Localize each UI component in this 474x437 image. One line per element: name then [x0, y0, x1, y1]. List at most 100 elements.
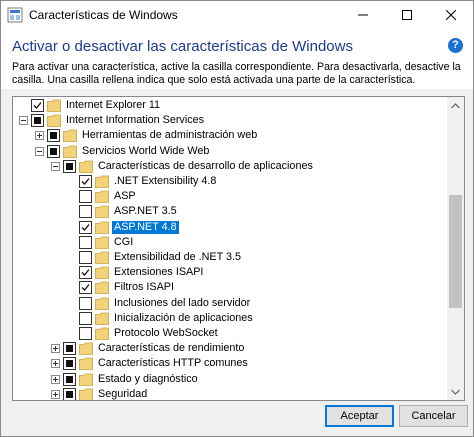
tree-item-label[interactable]: Estado y diagnóstico: [96, 373, 200, 386]
tree-rows: Internet Explorer 11 Internet Information…: [13, 97, 447, 400]
accept-button[interactable]: Aceptar: [325, 405, 394, 427]
folder-icon: [95, 327, 109, 340]
tree-item[interactable]: CGI: [13, 235, 447, 250]
tree-item[interactable]: Internet Information Services: [13, 113, 447, 128]
tree-item[interactable]: Características de desarrollo de aplicac…: [13, 159, 447, 174]
expand-icon[interactable]: [51, 374, 60, 384]
folder-icon: [63, 129, 77, 143]
checkmark-icon: [33, 102, 42, 109]
features-dialog: Características de Windows Activar o des…: [0, 0, 474, 437]
tree-item-label[interactable]: Protocolo WebSocket: [112, 327, 220, 340]
chevron-down-icon: [451, 389, 460, 395]
feature-checkbox[interactable]: [79, 266, 92, 280]
folder-icon: [95, 236, 109, 249]
cancel-button[interactable]: Cancelar: [399, 405, 468, 427]
tree-item-label[interactable]: Características de rendimiento: [96, 342, 246, 355]
tree-item-label[interactable]: ASP.NET 4.8: [111, 219, 180, 235]
collapse-icon[interactable]: [19, 116, 28, 126]
tree-item[interactable]: Características de rendimiento: [13, 341, 447, 356]
feature-checkbox[interactable]: [79, 235, 92, 249]
tree-item[interactable]: Estado y diagnóstico: [13, 372, 447, 387]
feature-checkbox[interactable]: [31, 114, 44, 128]
expand-icon[interactable]: [51, 389, 60, 399]
folder-icon: [79, 160, 93, 173]
tree-item-label[interactable]: Extensiones ISAPI: [112, 266, 205, 279]
tree-item-label[interactable]: Inicialización de aplicaciones: [112, 312, 255, 325]
feature-checkbox[interactable]: [47, 129, 60, 143]
feature-checkbox[interactable]: [47, 144, 60, 158]
tree-item-label[interactable]: ASP: [112, 190, 138, 203]
dialog-description: Para activar una característica, active …: [12, 61, 461, 86]
tree-item-label[interactable]: Seguridad: [96, 388, 149, 400]
folder-icon: [47, 114, 61, 128]
feature-checkbox[interactable]: [79, 205, 92, 219]
tree-item[interactable]: Extensibilidad de .NET 3.5: [13, 250, 447, 265]
expand-icon[interactable]: [51, 359, 60, 369]
tree-item[interactable]: Inicialización de aplicaciones: [13, 311, 447, 326]
feature-checkbox[interactable]: [63, 159, 76, 173]
scrollbar-thumb[interactable]: [449, 195, 462, 308]
feature-checkbox[interactable]: [63, 372, 76, 386]
folder-icon: [79, 388, 93, 400]
tree-item[interactable]: ASP.NET 4.8: [13, 219, 447, 235]
tree-item[interactable]: Características HTTP comunes: [13, 356, 447, 371]
tree-item[interactable]: Filtros ISAPI: [13, 280, 447, 295]
tree-item-label[interactable]: Características HTTP comunes: [96, 357, 250, 370]
minimize-button[interactable]: [341, 1, 385, 29]
tree-item-label[interactable]: Características de desarrollo de aplicac…: [96, 160, 315, 173]
feature-checkbox[interactable]: [79, 281, 92, 295]
tree-item[interactable]: Herramientas de administración web: [13, 128, 447, 143]
dialog-header: Activar o desactivar las características…: [1, 29, 473, 89]
feature-checkbox[interactable]: [79, 175, 92, 188]
feature-checkbox[interactable]: [79, 190, 92, 204]
collapse-icon[interactable]: [35, 146, 44, 156]
expand-icon[interactable]: [35, 131, 44, 141]
feature-checkbox[interactable]: [79, 327, 92, 340]
tree-item-label[interactable]: Internet Explorer 11: [64, 99, 162, 112]
folder-icon: [95, 221, 109, 234]
feature-checkbox[interactable]: [31, 99, 44, 112]
tree-item-label[interactable]: Internet Information Services: [64, 114, 206, 127]
tree-item-label[interactable]: CGI: [112, 236, 135, 249]
feature-checkbox[interactable]: [63, 342, 76, 356]
expand-icon[interactable]: [51, 344, 60, 354]
features-tree[interactable]: Internet Explorer 11 Internet Information…: [12, 96, 465, 401]
feature-checkbox[interactable]: [79, 311, 92, 325]
tree-item[interactable]: Servicios World Wide Web: [13, 144, 447, 159]
tree-item[interactable]: Protocolo WebSocket: [13, 326, 447, 341]
feature-checkbox[interactable]: [79, 220, 92, 234]
feature-checkbox[interactable]: [63, 387, 76, 400]
tree-item-label[interactable]: Inclusiones del lado servidor: [112, 297, 252, 310]
tree-item[interactable]: Internet Explorer 11: [13, 98, 447, 113]
tree-item-label[interactable]: .NET Extensibility 4.8: [112, 175, 218, 188]
tree-item-label[interactable]: ASP.NET 3.5: [112, 205, 179, 218]
folder-icon: [63, 145, 77, 158]
feature-checkbox[interactable]: [79, 251, 92, 264]
tree-item[interactable]: ASP: [13, 189, 447, 204]
tree-item-label[interactable]: Servicios World Wide Web: [80, 145, 211, 158]
collapse-icon[interactable]: [51, 161, 60, 171]
scroll-up-button[interactable]: [447, 97, 464, 114]
tree-item[interactable]: Extensiones ISAPI: [13, 265, 447, 280]
feature-checkbox[interactable]: [63, 357, 76, 371]
maximize-button[interactable]: [385, 1, 429, 29]
checkmark-icon: [81, 178, 90, 185]
tree-item[interactable]: .NET Extensibility 4.8: [13, 174, 447, 189]
tree-item[interactable]: Inclusiones del lado servidor: [13, 296, 447, 311]
tree-item-label[interactable]: Extensibilidad de .NET 3.5: [112, 251, 243, 264]
tree-item[interactable]: ASP.NET 3.5: [13, 204, 447, 219]
tree-item[interactable]: Seguridad: [13, 387, 447, 400]
folder-icon: [95, 251, 109, 264]
close-icon: [446, 10, 456, 20]
close-button[interactable]: [429, 1, 473, 29]
chevron-up-icon: [451, 102, 460, 108]
folder-icon: [95, 281, 109, 295]
help-icon[interactable]: ?: [448, 38, 463, 53]
scroll-down-button[interactable]: [447, 383, 464, 400]
feature-checkbox[interactable]: [79, 296, 92, 310]
tree-item-label[interactable]: Filtros ISAPI: [112, 281, 176, 294]
checkmark-icon: [81, 284, 90, 292]
vertical-scrollbar[interactable]: [447, 97, 464, 400]
tree-item-label[interactable]: Herramientas de administración web: [80, 129, 259, 142]
folder-icon: [95, 190, 109, 204]
